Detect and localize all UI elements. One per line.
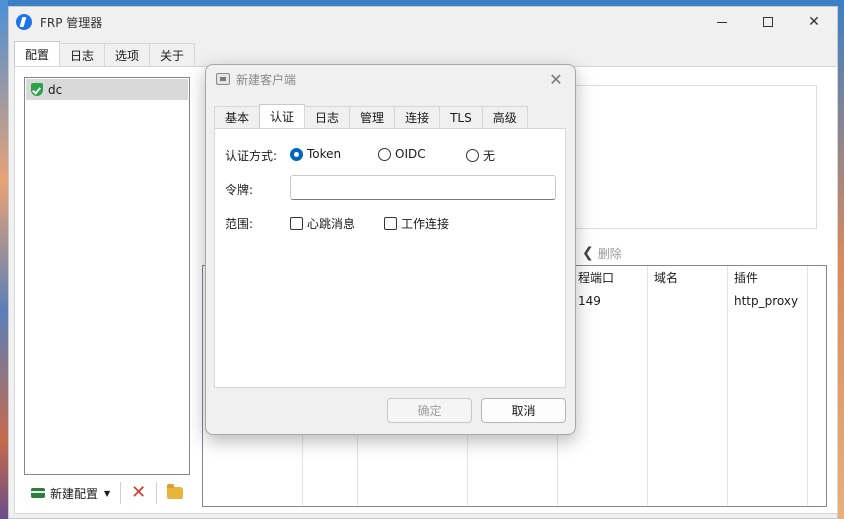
toolbar-divider: [156, 482, 158, 504]
new-config-icon: [31, 488, 45, 498]
radio-unchecked-icon: [466, 149, 479, 162]
new-config-label: 新建配置: [50, 486, 99, 501]
checkbox-icon: [290, 217, 303, 230]
tab-advanced[interactable]: 高级: [481, 106, 528, 128]
app-icon: [16, 14, 32, 30]
checkbox-icon: [384, 217, 397, 230]
close-icon: ✕: [808, 14, 820, 30]
maximize-button[interactable]: [745, 7, 791, 37]
dialog-close-icon[interactable]: ✕: [545, 68, 567, 90]
tab-options[interactable]: 选项: [104, 43, 151, 67]
tab-basic[interactable]: 基本: [214, 106, 261, 128]
proxy-toolbar: ❮ 删除: [582, 242, 622, 264]
column-header-remote-port[interactable]: 程端口: [578, 269, 614, 286]
tab-log[interactable]: 日志: [59, 43, 106, 67]
new-client-dialog: 新建客户端 ✕ 基本 认证 日志 管理 连接 TLS 高级 认证方式: Toke…: [205, 64, 576, 435]
scope-heartbeat-checkbox[interactable]: 心跳消息: [290, 215, 355, 232]
cell-plugin: http_proxy: [734, 294, 799, 308]
dialog-title: 新建客户端: [236, 72, 297, 87]
window-title: FRP 管理器: [40, 15, 103, 30]
scope-label: 范围:: [225, 217, 254, 231]
title-bar[interactable]: FRP 管理器 ✕: [9, 7, 837, 37]
scope-work-conn-checkbox[interactable]: 工作连接: [384, 215, 449, 232]
minimize-button[interactable]: [699, 7, 745, 37]
delete-config-button[interactable]: ✕: [125, 481, 152, 505]
radio-checked-icon: [290, 147, 303, 161]
client-icon: [216, 73, 230, 85]
new-config-button[interactable]: 新建配置 ▼: [25, 481, 116, 505]
main-tab-bar: 配置 日志 选项 关于: [14, 41, 196, 67]
minimize-icon: [717, 21, 727, 23]
config-detail-box: [565, 85, 817, 229]
dialog-title-bar[interactable]: 新建客户端 ✕: [206, 65, 575, 93]
tab-connection[interactable]: 连接: [394, 106, 441, 128]
delete-icon: ✕: [131, 482, 147, 503]
tab-about[interactable]: 关于: [149, 43, 196, 67]
cancel-button[interactable]: 取消: [481, 398, 566, 423]
auth-radio-oidc[interactable]: OIDC: [378, 147, 426, 161]
chevron-left-icon: ❮: [582, 245, 594, 261]
auth-method-label: 认证方式:: [225, 149, 278, 163]
auth-option-label: 无: [483, 149, 496, 163]
tab-log[interactable]: 日志: [304, 106, 351, 128]
radio-unchecked-icon: [378, 147, 391, 161]
config-item-name: dc: [48, 82, 63, 97]
cell-remote-port: 149: [578, 294, 601, 308]
tab-admin[interactable]: 管理: [349, 106, 396, 128]
shield-check-icon: [31, 83, 43, 96]
column-header-plugin[interactable]: 插件: [734, 269, 758, 286]
auth-radio-none[interactable]: 无: [466, 147, 495, 164]
open-folder-button[interactable]: [161, 481, 189, 505]
scope-option-label: 工作连接: [401, 217, 450, 231]
chevron-down-icon[interactable]: ▼: [104, 489, 110, 498]
desktop-wallpaper-right: [838, 0, 844, 519]
desktop-wallpaper-left: [0, 0, 8, 519]
folder-icon: [167, 484, 184, 499]
token-input[interactable]: [290, 175, 556, 200]
scope-option-label: 心跳消息: [307, 217, 356, 231]
ok-button[interactable]: 确定: [387, 398, 472, 423]
auth-option-label: OIDC: [395, 147, 426, 161]
auth-radio-token[interactable]: Token: [290, 147, 341, 161]
table-column: [648, 266, 728, 506]
maximize-icon: [763, 17, 773, 27]
tab-tls[interactable]: TLS: [439, 106, 483, 128]
close-button[interactable]: ✕: [791, 7, 837, 37]
config-list[interactable]: dc: [24, 77, 190, 475]
delete-proxy-button[interactable]: 删除: [598, 245, 622, 262]
tab-config[interactable]: 配置: [14, 41, 61, 67]
column-header-domain[interactable]: 域名: [654, 269, 678, 286]
config-list-toolbar: 新建配置 ▼ ✕: [25, 481, 189, 505]
config-list-item[interactable]: dc: [26, 79, 188, 100]
auth-tab-panel: 认证方式: Token OIDC 无 令牌: 范围: 心跳消息 工作连接: [214, 128, 566, 388]
tab-auth[interactable]: 认证: [259, 104, 306, 128]
auth-option-label: Token: [307, 147, 342, 161]
toolbar-divider: [120, 482, 122, 504]
dialog-tab-bar: 基本 认证 日志 管理 连接 TLS 高级: [214, 104, 528, 128]
token-label: 令牌:: [225, 183, 254, 197]
